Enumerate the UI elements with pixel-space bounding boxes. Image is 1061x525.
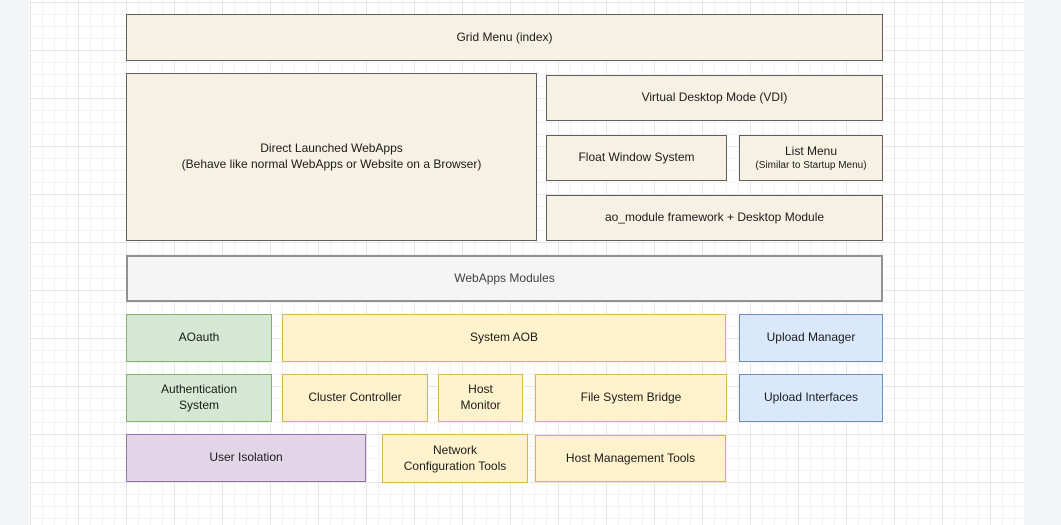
shape-cluster-controller[interactable]: Cluster Controller [282, 374, 428, 422]
shape-label: Virtual Desktop Mode (VDI) [642, 90, 788, 106]
shape-label: File System Bridge [581, 390, 682, 406]
shape-authentication-system[interactable]: Authentication System [126, 374, 272, 422]
shape-label: ao_module framework + Desktop Module [605, 210, 824, 226]
shape-label: List Menu [785, 144, 837, 160]
shape-aoauth[interactable]: AOauth [126, 314, 272, 362]
shape-label: Direct Launched WebApps [260, 141, 403, 157]
shape-grid-menu[interactable]: Grid Menu (index) [126, 14, 883, 61]
shape-label: System AOB [470, 330, 538, 346]
shape-label: Upload Manager [767, 330, 856, 346]
shape-upload-interfaces[interactable]: Upload Interfaces [739, 374, 883, 422]
shape-file-system-bridge[interactable]: File System Bridge [535, 374, 727, 422]
shape-label: WebApps Modules [454, 271, 555, 287]
shape-label: Cluster Controller [308, 390, 401, 406]
shape-sublabel: System [179, 398, 219, 414]
shape-system-aob[interactable]: System AOB [282, 314, 726, 362]
shape-user-isolation[interactable]: User Isolation [126, 434, 366, 482]
shape-ao-module-framework[interactable]: ao_module framework + Desktop Module [546, 195, 883, 241]
shape-label: Float Window System [578, 150, 694, 166]
shape-label: Host Management Tools [566, 451, 695, 467]
shape-host-management-tools[interactable]: Host Management Tools [535, 435, 726, 482]
shape-label: User Isolation [209, 450, 282, 466]
shape-label: AOauth [179, 330, 220, 346]
shape-host-monitor[interactable]: Host Monitor [438, 374, 523, 422]
shape-upload-manager[interactable]: Upload Manager [739, 314, 883, 362]
shape-label: Host [468, 382, 493, 398]
drawio-page: Grid Menu (index) Direct Launched WebApp… [0, 0, 1061, 525]
shape-sublabel: (Behave like normal WebApps or Website o… [182, 157, 482, 173]
shape-label: Network [433, 443, 477, 459]
shape-label: Grid Menu (index) [456, 30, 552, 46]
canvas-left-margin [0, 0, 29, 525]
shape-sublabel: Configuration Tools [404, 459, 507, 475]
shape-sublabel: Monitor [460, 398, 500, 414]
shape-network-configuration-tools[interactable]: Network Configuration Tools [382, 434, 528, 483]
canvas-right-margin [1024, 0, 1061, 525]
shape-float-window-system[interactable]: Float Window System [546, 135, 727, 181]
shape-webapps-modules[interactable]: WebApps Modules [126, 255, 883, 302]
shape-virtual-desktop-mode[interactable]: Virtual Desktop Mode (VDI) [546, 75, 883, 121]
shape-label: Authentication [161, 382, 237, 398]
shape-label: Upload Interfaces [764, 390, 858, 406]
shape-list-menu[interactable]: List Menu (Similar to Startup Menu) [739, 135, 883, 181]
shape-sublabel: (Similar to Startup Menu) [755, 160, 866, 173]
shape-direct-launched-webapps[interactable]: Direct Launched WebApps (Behave like nor… [126, 73, 537, 241]
